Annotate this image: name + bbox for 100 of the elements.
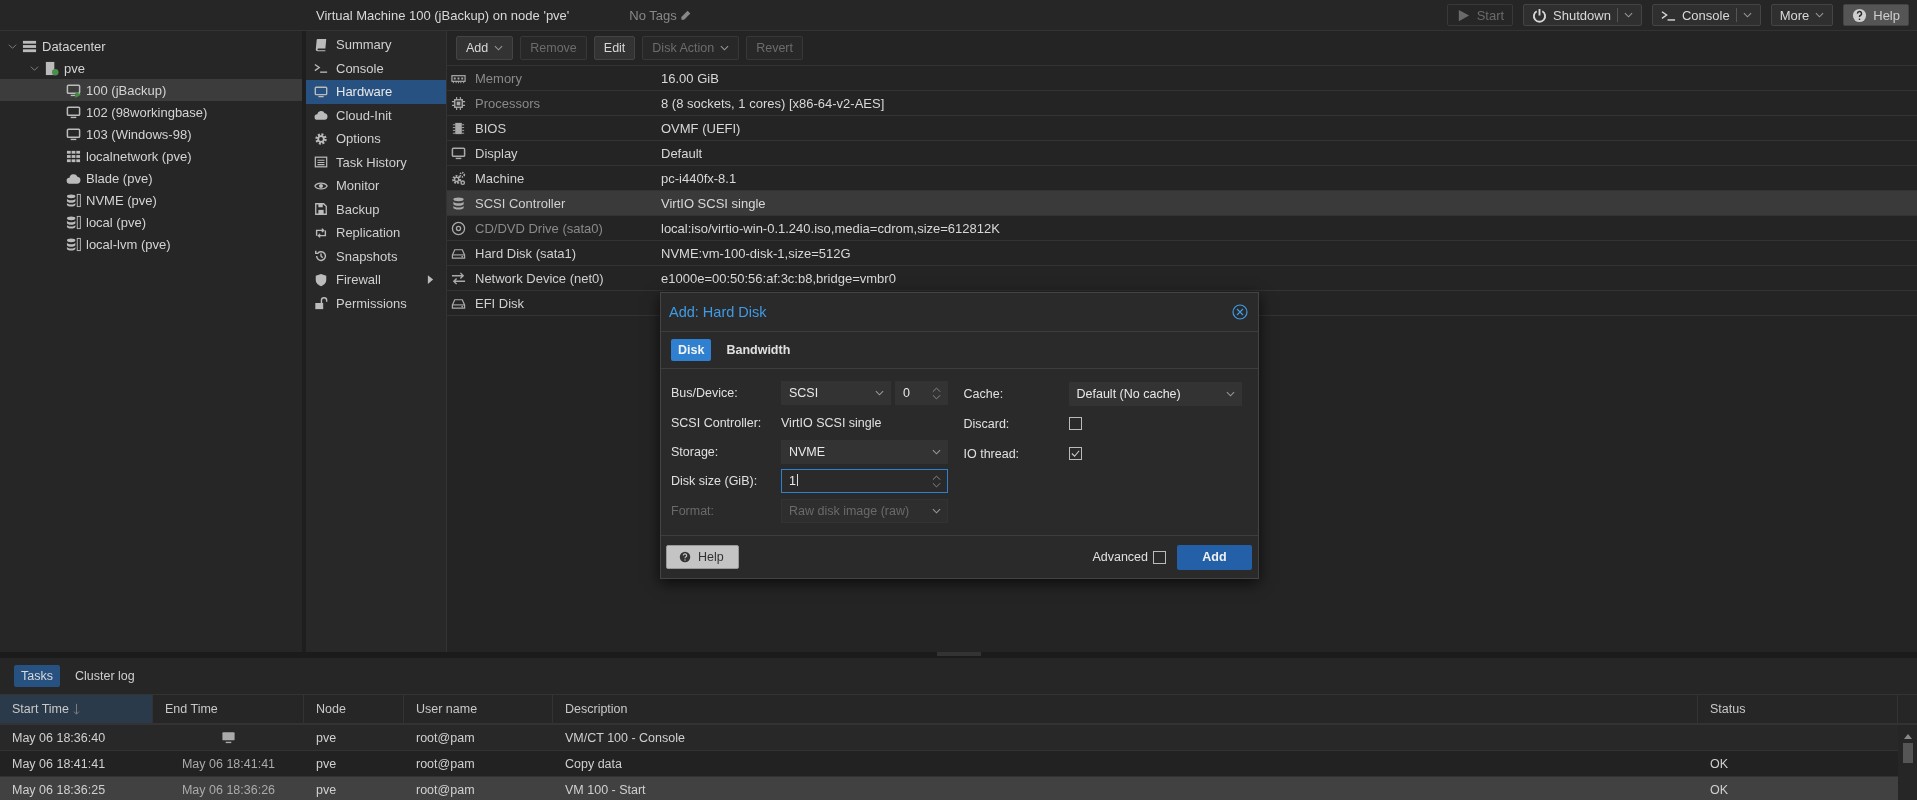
column-header[interactable]: Node	[304, 695, 404, 723]
nav-item[interactable]: Options	[306, 127, 446, 151]
database-icon	[66, 214, 81, 230]
toolbar-button[interactable]: Add	[456, 36, 514, 60]
table-cell: OK	[1710, 756, 1729, 771]
add-button[interactable]: Add	[1177, 544, 1252, 570]
no-tags-link[interactable]: No Tags	[629, 7, 691, 23]
nav-item[interactable]: Permissions	[306, 291, 446, 315]
server-stack-icon	[22, 38, 37, 54]
column-header[interactable]: Description	[553, 695, 1698, 723]
cache-select[interactable]: Default (No cache)	[1068, 381, 1242, 406]
chevron-icon	[30, 63, 39, 73]
hardware-name: CD/DVD Drive (sata0)	[475, 220, 603, 236]
nav-item[interactable]: Task History	[306, 150, 446, 174]
nav-item[interactable]: Replication	[306, 221, 446, 245]
hardware-value: VirtIO SCSI single	[661, 195, 766, 211]
monitor-icon	[451, 145, 466, 161]
hardware-name: Processors	[475, 95, 541, 111]
header-button[interactable]: Help	[1843, 4, 1909, 26]
column-header[interactable]: Status	[1698, 695, 1898, 723]
table-cell-text: pve	[315, 756, 338, 771]
header-button[interactable]: More	[1770, 4, 1834, 26]
tree-item[interactable]: 100 (jBackup)	[0, 79, 302, 101]
hardware-name: Display	[475, 145, 518, 161]
nav-item[interactable]: Cloud-Init	[306, 103, 446, 127]
tree-item[interactable]: local (pve)	[0, 211, 302, 233]
device-number-field[interactable]: 0	[895, 381, 948, 406]
log-tab[interactable]: Cluster log	[67, 665, 142, 687]
hardware-name: SCSI Controller	[475, 195, 566, 211]
column-header[interactable]: End Time	[153, 695, 304, 723]
hardware-row[interactable]: CD/DVD Drive (sata0) local:iso/virtio-win-0.1.240.iso,media=cdrom,size=612812K	[447, 216, 1917, 241]
tree-item[interactable]: pve	[0, 57, 302, 79]
column-header[interactable]: User name	[404, 695, 553, 723]
checkbox[interactable]	[1068, 417, 1082, 430]
checkbox[interactable]	[1068, 447, 1082, 460]
exchange-arrows-icon	[451, 270, 466, 286]
repeat-arrows-icon	[314, 225, 328, 240]
nav-item[interactable]: Firewall	[306, 268, 446, 292]
nav-item[interactable]: Monitor	[306, 174, 446, 198]
database-icon	[66, 192, 81, 208]
tree-item[interactable]: localnetwork (pve)	[0, 145, 302, 167]
hardware-row[interactable]: Display Default	[447, 141, 1917, 166]
caret-icon	[875, 390, 884, 397]
nav-item[interactable]: Snapshots	[306, 244, 446, 268]
column-header[interactable]: Start Time	[0, 695, 153, 723]
field-label: Disk size (GiB):	[671, 474, 759, 489]
advanced-label: Advanced	[1092, 550, 1148, 564]
tree-item[interactable]: Blade (pve)	[0, 167, 302, 189]
grid-icon	[66, 148, 81, 164]
field-label: Storage:	[671, 445, 720, 459]
help-icon	[1852, 7, 1868, 23]
tree-item[interactable]: local-lvm (pve)	[0, 233, 302, 255]
hardware-row[interactable]: BIOS OVMF (UEFI)	[447, 116, 1917, 141]
field-label: Discard:	[963, 416, 1011, 431]
hardware-row[interactable]: SCSI Controller VirtIO SCSI single	[447, 191, 1917, 216]
caret-icon	[1623, 12, 1633, 18]
nav-item[interactable]: Summary	[306, 33, 446, 57]
nav-item[interactable]: Backup	[306, 197, 446, 221]
header-button[interactable]: Shutdown	[1523, 4, 1642, 26]
hardware-row[interactable]: Memory 16.00 GiB	[447, 66, 1917, 91]
shield-icon	[314, 272, 328, 287]
dialog-title: Add: Hard Disk	[669, 304, 767, 320]
table-cell: OK	[1710, 782, 1729, 797]
dialog-tab[interactable]: Disk	[671, 339, 712, 361]
hardware-row[interactable]: Processors 8 (8 sockets, 1 cores) [x86-64-v2-AES]	[447, 91, 1917, 116]
log-tab[interactable]: Tasks	[14, 665, 60, 687]
history-icon	[314, 249, 328, 264]
bus-select[interactable]: SCSI	[781, 381, 891, 406]
task-row[interactable]: May 06 18:41:41 May 06 18:41:41 pve root@pam Copy data OK	[0, 751, 1898, 777]
nav-item[interactable]: Hardware	[306, 80, 446, 104]
tree-item[interactable]: 102 (98workingbase)	[0, 101, 302, 123]
task-row[interactable]: May 06 18:36:25 May 06 18:36:26 pve root@pam VM 100 - Start OK	[0, 777, 1898, 800]
dialog-tab[interactable]: Bandwidth	[719, 339, 798, 361]
tree-item[interactable]: Datacenter	[0, 35, 302, 57]
toolbar-button[interactable]: Edit	[593, 36, 636, 60]
hardware-value: OVMF (UEFI)	[661, 120, 741, 136]
disk-size-field[interactable]: 1	[781, 469, 948, 494]
hardware-value: NVME:vm-100-disk-1,size=512G	[661, 245, 851, 261]
cpu-icon	[451, 95, 466, 111]
table-cell-text: root@pam	[415, 756, 476, 771]
chevron-icon	[8, 41, 17, 51]
hardware-row[interactable]: Network Device (net0) e1000e=00:50:56:af:3c:b8,bridge=vmbr0	[447, 266, 1917, 291]
cloud-icon	[314, 108, 328, 123]
caret-icon	[720, 45, 730, 51]
storage-select[interactable]: NVME	[781, 440, 948, 464]
hardware-row[interactable]: Hard Disk (sata1) NVME:vm-100-disk-1,size=512G	[447, 241, 1917, 266]
scrollbar-thumb[interactable]	[1902, 743, 1913, 763]
hardware-name: BIOS	[475, 120, 507, 136]
table-cell-text: May 06 18:41:41	[11, 756, 107, 771]
field-label: IO thread:	[963, 446, 1021, 461]
hardware-name: Hard Disk (sata1)	[475, 245, 577, 261]
tree-item[interactable]: NVME (pve)	[0, 189, 302, 211]
nav-item[interactable]: Console	[306, 56, 446, 80]
header-button[interactable]: Console	[1651, 4, 1761, 26]
close-icon[interactable]	[1232, 304, 1248, 320]
database-icon	[451, 195, 466, 211]
advanced-checkbox[interactable]	[1153, 550, 1166, 564]
tree-item[interactable]: 103 (Windows-98)	[0, 123, 302, 145]
help-button[interactable]: Help	[666, 545, 739, 569]
hardware-name: EFI Disk	[475, 295, 525, 311]
